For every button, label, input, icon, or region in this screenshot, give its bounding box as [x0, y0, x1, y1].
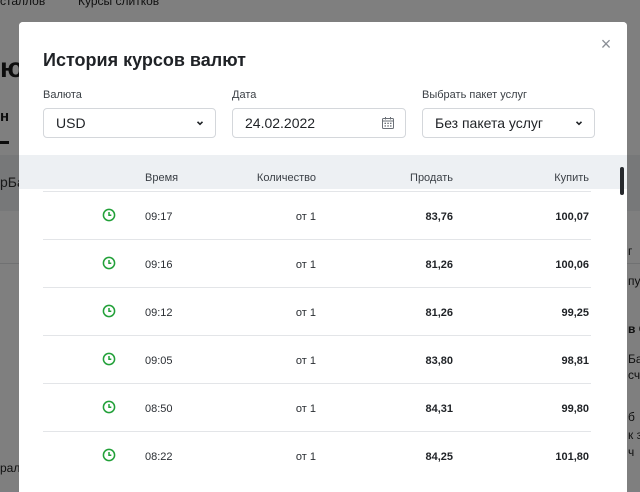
row-sell: 83,76: [425, 211, 453, 223]
row-time: 08:50: [145, 403, 173, 415]
table-row: 08:50 от 1 84,31 99,80: [43, 383, 591, 431]
table-row: 09:05 от 1 83,80 98,81: [43, 335, 591, 383]
row-quantity: от 1: [295, 211, 316, 223]
row-quantity: от 1: [295, 355, 316, 367]
date-input[interactable]: 24.02.2022: [232, 108, 406, 138]
header-quantity: Количество: [256, 172, 316, 184]
row-time: 09:12: [145, 307, 173, 319]
header-sell: Продать: [410, 172, 453, 184]
row-sell: 81,26: [425, 307, 453, 319]
row-quantity: от 1: [295, 403, 316, 415]
row-quantity: от 1: [295, 259, 316, 271]
row-sell: 84,31: [425, 403, 453, 415]
calendar-icon[interactable]: [381, 116, 395, 130]
clock-icon: [102, 256, 116, 270]
currency-value: USD: [56, 115, 86, 131]
chevron-down-icon: [574, 118, 584, 128]
row-sell: 84,25: [425, 451, 453, 463]
row-quantity: от 1: [295, 451, 316, 463]
clock-icon: [102, 208, 116, 222]
row-buy: 100,06: [555, 259, 589, 271]
currency-label: Валюта: [43, 89, 82, 101]
row-time: 08:22: [145, 451, 173, 463]
row-sell: 83,80: [425, 355, 453, 367]
row-buy: 101,80: [555, 451, 589, 463]
modal-header: История курсов валют × Валюта USD Дата 2…: [19, 22, 627, 155]
row-time: 09:05: [145, 355, 173, 367]
header-time: Время: [145, 172, 179, 184]
package-value: Без пакета услуг: [435, 115, 543, 131]
rates-table: Время Количество Продать Купить 09:17 от …: [19, 155, 627, 492]
scrollbar-thumb[interactable]: [620, 167, 624, 195]
row-buy: 98,81: [561, 355, 589, 367]
close-icon: ×: [600, 34, 612, 54]
date-label: Дата: [232, 89, 257, 101]
table-row: 09:12 от 1 81,26 99,25: [43, 287, 591, 335]
header-buy: Купить: [554, 172, 589, 184]
row-time: 09:17: [145, 211, 173, 223]
table-row: 09:16 от 1 81,26 100,06: [43, 239, 591, 287]
date-value: 24.02.2022: [245, 115, 316, 131]
chevron-down-icon: [195, 118, 205, 128]
table-row: 08:22 от 1 84,25 101,80: [43, 431, 591, 479]
modal-title: История курсов валют: [43, 50, 246, 70]
row-buy: 100,07: [555, 211, 589, 223]
close-button[interactable]: ×: [597, 35, 615, 53]
currency-select[interactable]: USD: [43, 108, 216, 138]
row-time: 09:16: [145, 259, 173, 271]
table-row: 09:17 от 1 83,76 100,07: [43, 191, 591, 239]
clock-icon: [102, 352, 116, 366]
clock-icon: [102, 448, 116, 462]
rates-history-modal: История курсов валют × Валюта USD Дата 2…: [19, 22, 627, 492]
row-sell: 81,26: [425, 259, 453, 271]
clock-icon: [102, 400, 116, 414]
clock-icon: [102, 304, 116, 318]
package-label: Выбрать пакет услуг: [422, 89, 528, 101]
package-select[interactable]: Без пакета услуг: [422, 108, 595, 138]
row-buy: 99,80: [561, 403, 589, 415]
row-buy: 99,25: [561, 307, 589, 319]
row-quantity: от 1: [295, 307, 316, 319]
